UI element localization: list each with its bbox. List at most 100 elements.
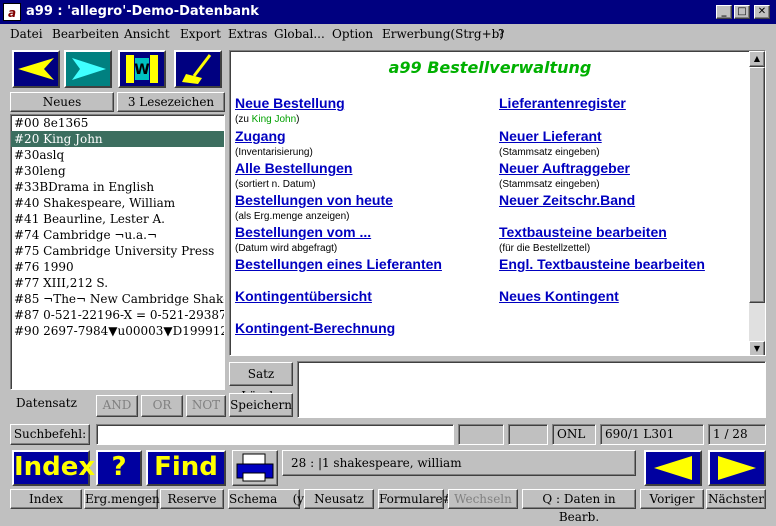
list-item[interactable]: #85 ¬The¬ New Cambridge Shakespeare xyxy=(11,291,224,307)
next-arrow-button[interactable] xyxy=(708,450,766,486)
note-neue-bestellung: (zu King John) xyxy=(235,114,300,125)
reserve-button[interactable]: Reserve xyxy=(160,489,224,509)
next-button[interactable]: Nächster xyxy=(706,489,766,509)
link-bestellungen-heute[interactable]: Bestellungen von heute xyxy=(235,192,393,208)
new-bookmark-button[interactable]: Neues Lesezeichen xyxy=(10,92,114,127)
menu-ansicht[interactable]: Ansicht xyxy=(124,27,170,41)
list-item[interactable]: #30aslq xyxy=(11,147,224,163)
note-bestellungen-heute: (als Erg.menge anzeigen) xyxy=(235,211,350,222)
list-item[interactable]: #77 XIII,212 S. xyxy=(11,275,224,291)
write-button[interactable]: W xyxy=(118,50,166,88)
not-button[interactable]: NOT xyxy=(186,395,226,417)
left-arrow-icon xyxy=(18,58,54,80)
link-neuer-auftraggeber[interactable]: Neuer Auftraggeber xyxy=(499,160,630,176)
right-arrow-icon xyxy=(66,52,110,86)
link-engl-textbausteine[interactable]: Engl. Textbausteine bearbeiten xyxy=(499,256,705,272)
forward-arrow-button[interactable] xyxy=(64,50,112,88)
record-list[interactable]: #00 8e1365 #20 King John #30aslq #30leng #33… xyxy=(10,114,225,390)
link-kontingentuebersicht[interactable]: Kontingentübersicht xyxy=(235,288,372,304)
mode-indicator: ONL xyxy=(552,424,596,445)
help-button[interactable]: ? xyxy=(96,450,142,486)
switch-button[interactable]: Wechseln xyxy=(448,489,518,509)
list-item[interactable]: #90 2697-7984▼u00003▼D19991212/18 xyxy=(11,323,224,339)
printer-icon xyxy=(236,453,274,482)
list-item[interactable]: #33BDrama in English xyxy=(11,179,224,195)
list-item[interactable]: #74 Cambridge ¬u.a.¬ xyxy=(11,227,224,243)
panel-title: a99 Bestellverwaltung xyxy=(388,58,592,77)
note-textbausteine: (für die Bestellzettel) xyxy=(499,243,591,254)
menu-option[interactable]: Option xyxy=(332,27,373,41)
forms-button[interactable]: Formulare# xyxy=(378,489,453,509)
menu-extras[interactable]: Extras xyxy=(228,27,267,41)
and-button[interactable]: AND xyxy=(96,395,138,417)
link-bestellungen-lieferant[interactable]: Bestellungen eines Lieferanten xyxy=(235,256,442,272)
link-textbausteine[interactable]: Textbausteine bearbeiten xyxy=(499,224,667,240)
menu-erwerbung[interactable]: Erwerbung(Strg+b) xyxy=(382,27,504,41)
find-button[interactable]: Find xyxy=(146,450,226,486)
status-cell-1 xyxy=(458,424,504,445)
save-button[interactable]: Speichern xyxy=(229,393,293,417)
page-indicator: 1 / 28 xyxy=(708,424,766,445)
link-lieferantenregister[interactable]: Lieferantenregister xyxy=(499,95,626,111)
right-arrow-icon xyxy=(718,456,756,480)
minimize-button[interactable]: _ xyxy=(716,5,732,19)
menu-global[interactable]: Global... xyxy=(274,27,325,41)
link-kontingent-berechnung[interactable]: Kontingent-Berechnung xyxy=(235,320,395,336)
list-item[interactable]: #75 Cambridge University Press xyxy=(11,243,224,259)
list-item[interactable]: #76 1990 xyxy=(11,259,224,275)
link-neuer-lieferant[interactable]: Neuer Lieferant xyxy=(499,128,602,144)
list-item[interactable]: #30leng xyxy=(11,163,224,179)
list-item[interactable]: #40 Shakespeare, William xyxy=(11,195,224,211)
back-arrow-button[interactable] xyxy=(12,50,60,88)
menu-bearbeiten[interactable]: Bearbeiten xyxy=(52,27,119,41)
note-alle-bestellungen: (sortiert n. Datum) xyxy=(235,179,316,190)
list-item[interactable]: #00 8e1365 xyxy=(11,115,224,131)
window-title: a99 : 'allegro'-Demo-Datenbank xyxy=(26,4,259,19)
print-button[interactable] xyxy=(232,450,278,486)
link-neues-kontingent[interactable]: Neues Kontingent xyxy=(499,288,619,304)
link-alle-bestellungen[interactable]: Alle Bestellungen xyxy=(235,160,352,176)
link-zugang[interactable]: Zugang xyxy=(235,128,286,144)
search-input[interactable] xyxy=(96,424,454,445)
bookmarks-button[interactable]: 3 Lesezeichen xyxy=(117,92,225,112)
title-bar: a a99 : 'allegro'-Demo-Datenbank _ □ ✕ xyxy=(0,0,776,24)
menu-help[interactable]: ? xyxy=(498,27,504,41)
note-zugang: (Inventarisierung) xyxy=(235,147,313,158)
main-panel: a99 Bestellverwaltung Neue Bestellung (z… xyxy=(229,50,766,356)
list-item[interactable]: #20 King John xyxy=(11,131,224,147)
queue-button[interactable]: Q : Daten in Bearb. xyxy=(522,489,636,524)
delete-record-button[interactable]: Satz Lösch. xyxy=(229,362,293,403)
note-bestellungen-vom: (Datum wird abgefragt) xyxy=(235,243,338,254)
previous-arrow-button[interactable] xyxy=(644,450,702,486)
note-neuer-lieferant: (Stammsatz eingeben) xyxy=(499,147,600,158)
previous-button[interactable]: Voriger xyxy=(640,489,704,509)
maximize-button[interactable]: □ xyxy=(734,5,750,19)
vertical-scrollbar[interactable]: ▲ ▼ xyxy=(749,51,765,355)
scroll-down-button[interactable]: ▼ xyxy=(749,341,765,355)
svg-text:W: W xyxy=(134,62,149,78)
app-icon[interactable]: a xyxy=(3,3,21,21)
schema-button[interactable]: Schema (y) xyxy=(228,489,309,509)
scroll-thumb[interactable] xyxy=(749,67,765,303)
link-neue-bestellung[interactable]: Neue Bestellung xyxy=(235,95,345,111)
menu-datei[interactable]: Datei xyxy=(10,27,43,41)
broom-icon xyxy=(182,54,212,84)
result-sets-button[interactable]: Erg.mengen xyxy=(84,489,160,509)
menu-export[interactable]: Export xyxy=(180,27,221,41)
edit-textarea[interactable] xyxy=(297,361,766,418)
result-line: 28 : |1 shakespeare, william xyxy=(282,450,636,476)
search-command-button[interactable]: Suchbefehl: xyxy=(10,424,90,445)
scroll-up-button[interactable]: ▲ xyxy=(749,51,765,67)
list-item[interactable]: #41 Beaurline, Lester A. xyxy=(11,211,224,227)
status-cell-2 xyxy=(508,424,548,445)
menu-bar: Datei Bearbeiten Ansicht Export Extras G… xyxy=(0,24,776,44)
clear-button[interactable] xyxy=(174,50,222,88)
index-button[interactable]: Index xyxy=(12,450,95,486)
list-item[interactable]: #87 0-521-22196-X = 0-521-29387-1 xyxy=(11,307,224,323)
bottom-index-button[interactable]: Index xyxy=(10,489,82,509)
link-bestellungen-vom[interactable]: Bestellungen vom ... xyxy=(235,224,371,240)
new-record-button[interactable]: Neusatz xyxy=(304,489,374,509)
close-button[interactable]: ✕ xyxy=(754,5,770,19)
link-neuer-zeitschr-band[interactable]: Neuer Zeitschr.Band xyxy=(499,192,635,208)
or-button[interactable]: OR xyxy=(141,395,183,417)
